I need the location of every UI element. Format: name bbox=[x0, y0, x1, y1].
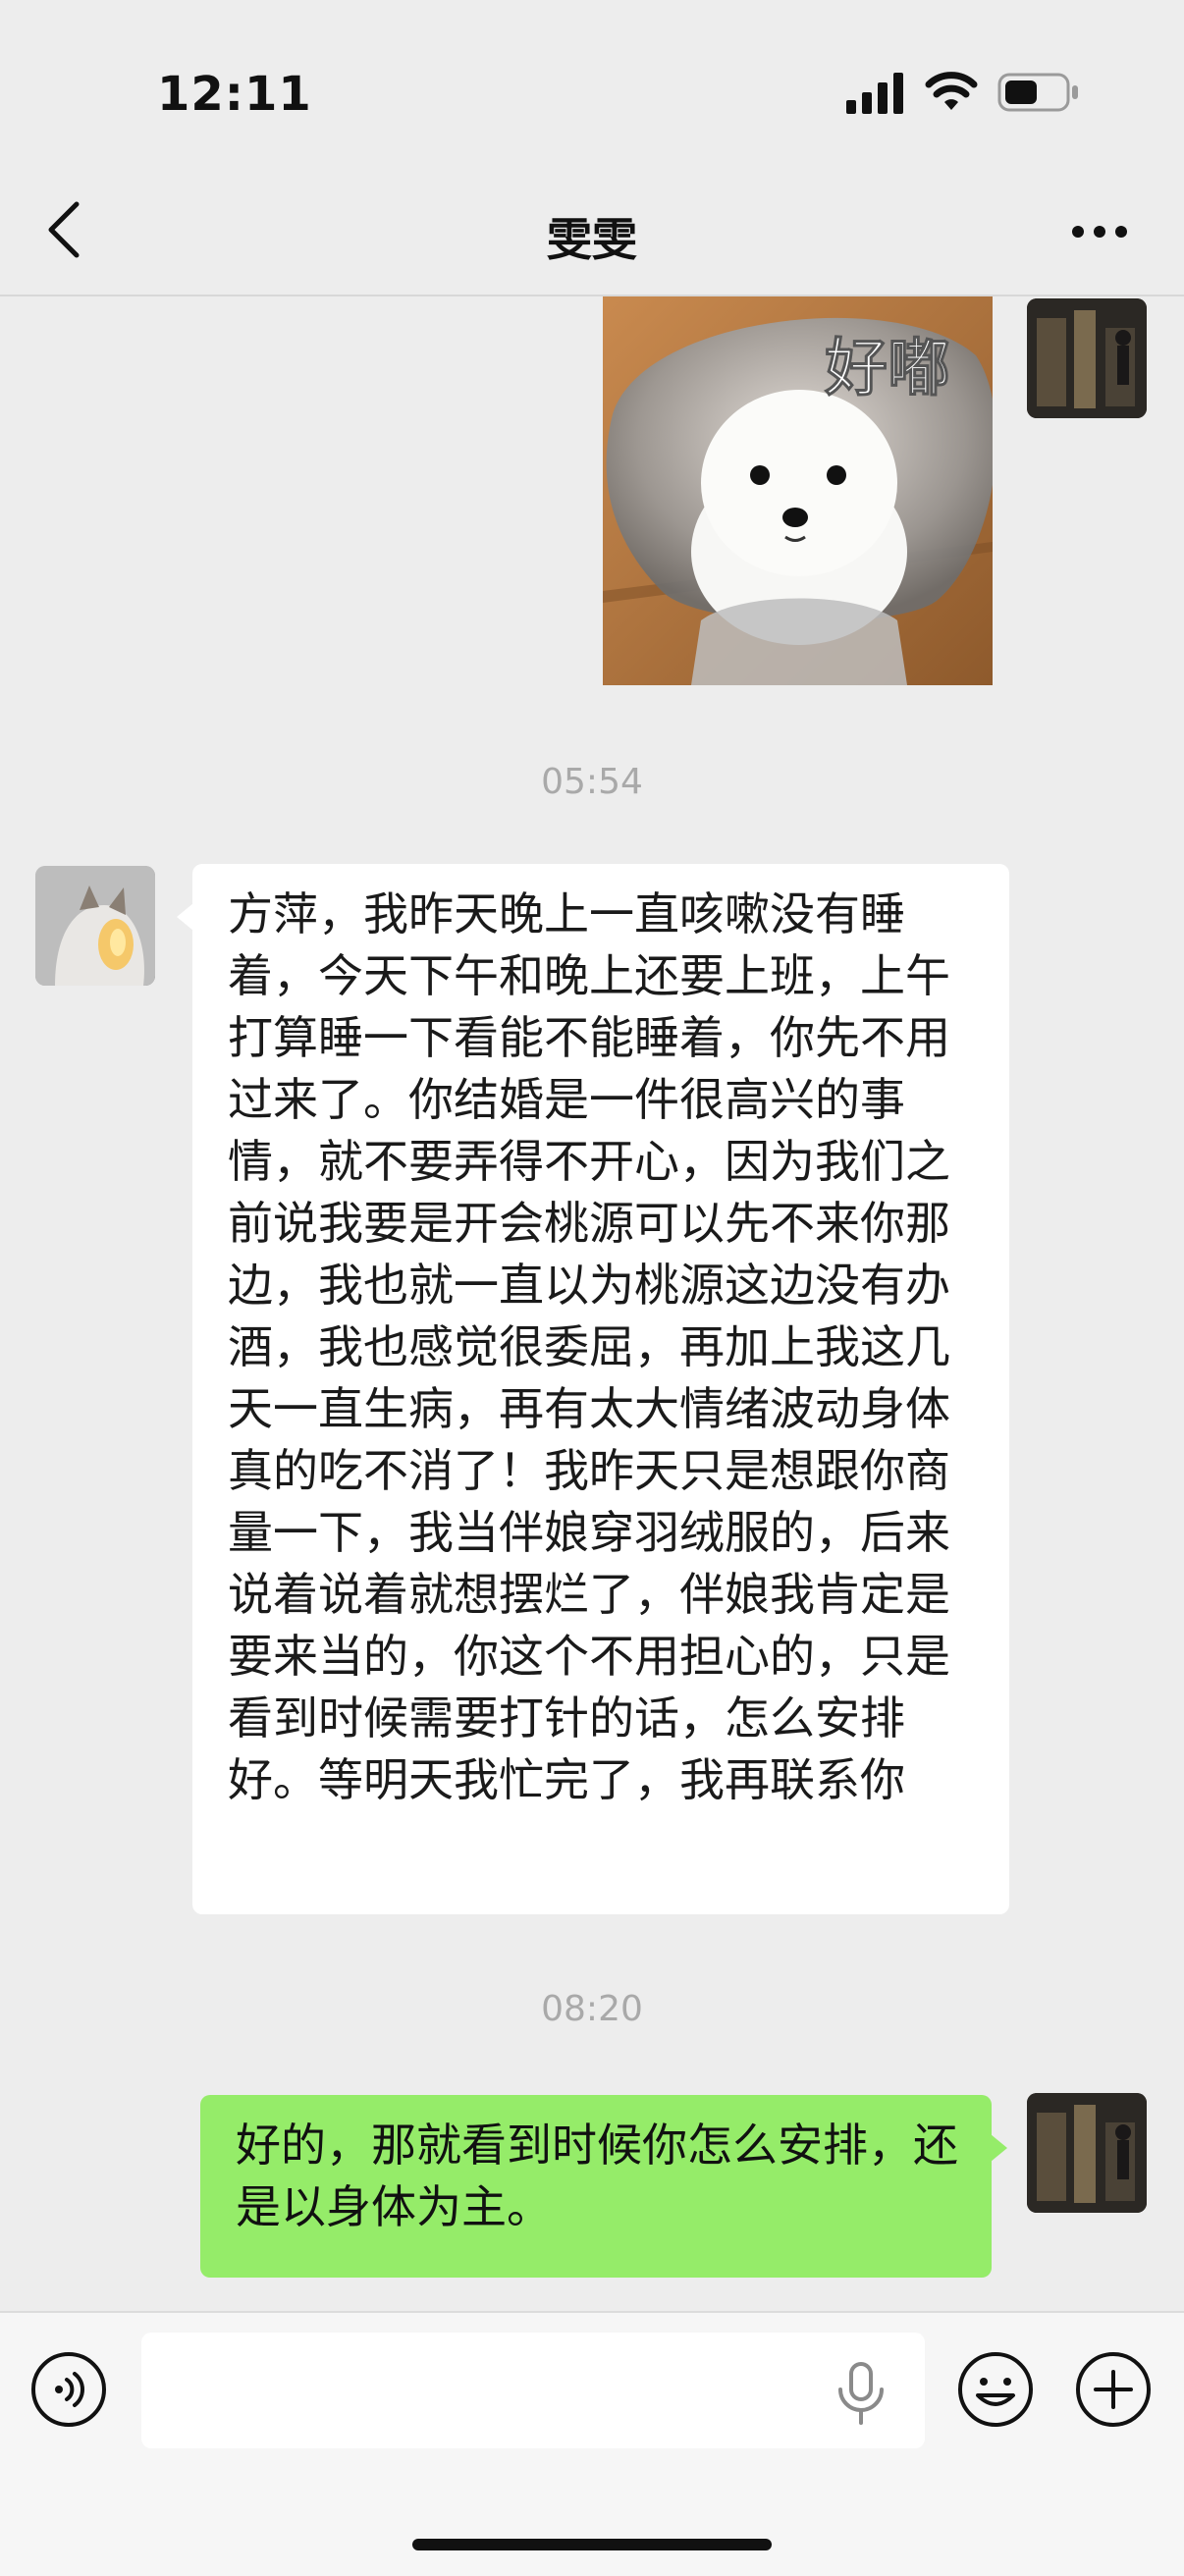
message-timestamp: 05:54 bbox=[541, 762, 643, 802]
my-avatar[interactable] bbox=[1027, 298, 1147, 418]
my-avatar[interactable] bbox=[1027, 2093, 1147, 2213]
signal-icon bbox=[846, 73, 903, 114]
message-input[interactable] bbox=[141, 2333, 925, 2448]
voice-icon[interactable] bbox=[29, 2350, 108, 2429]
message-bubble-sent[interactable]: 好的，那就看到时候你怎么安排，还是以身体为主。 bbox=[200, 2095, 1007, 2278]
more-icon[interactable] bbox=[1070, 224, 1129, 240]
contact-avatar[interactable] bbox=[35, 866, 155, 986]
message-timestamp: 08:20 bbox=[541, 1989, 643, 2029]
home-indicator[interactable] bbox=[412, 2539, 772, 2550]
battery-icon bbox=[997, 73, 1078, 112]
microphone-icon[interactable] bbox=[833, 2360, 889, 2427]
sticker-caption: 好嘟 bbox=[824, 333, 950, 405]
sticker-image[interactable]: 好嘟 bbox=[603, 296, 993, 685]
message-bubble-received[interactable]: 方萍，我昨天晚上一直咳嗽没有睡着，今天下午和晚上还要上班，上午打算睡一下看能不能… bbox=[177, 864, 1009, 1914]
emoji-icon[interactable] bbox=[956, 2350, 1035, 2429]
chat-title: 雯雯 bbox=[547, 213, 637, 266]
wifi-icon bbox=[925, 72, 978, 110]
status-time: 12:11 bbox=[157, 67, 312, 122]
plus-icon[interactable] bbox=[1074, 2350, 1153, 2429]
